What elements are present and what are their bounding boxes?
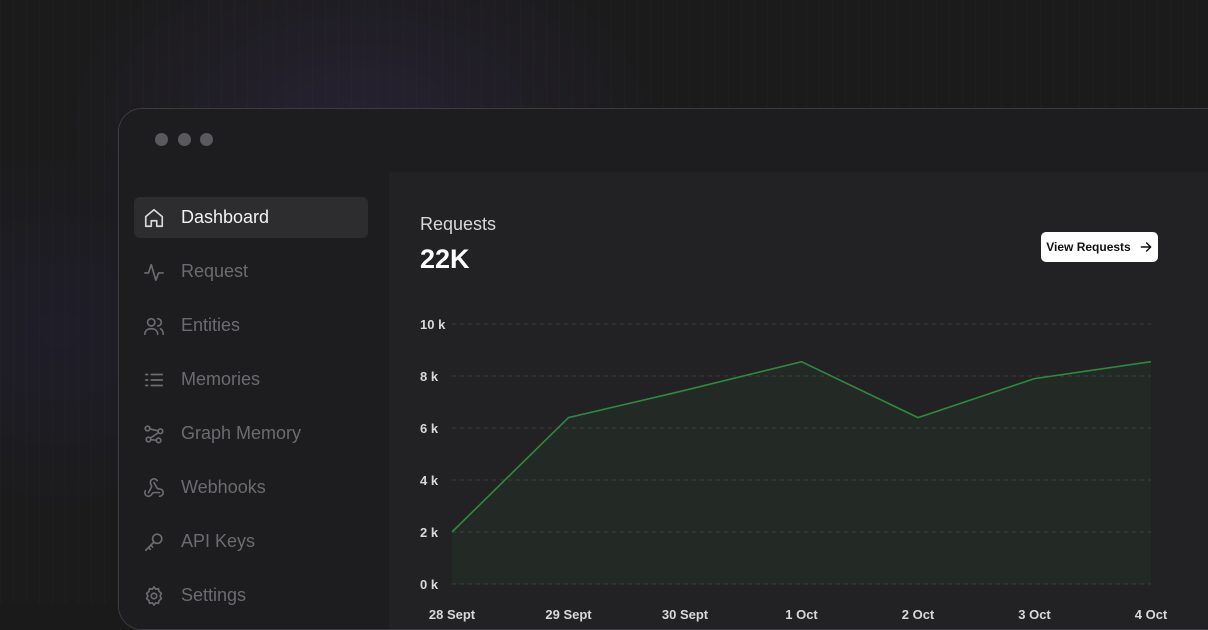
data-point[interactable] bbox=[682, 387, 688, 393]
sidebar-item-memories[interactable]: Memories bbox=[134, 359, 368, 400]
y-tick-label: 6 k bbox=[420, 421, 439, 436]
sidebar-item-label: Memories bbox=[181, 369, 261, 389]
list-icon bbox=[143, 369, 165, 391]
sidebar-item-label: Entities bbox=[181, 315, 241, 335]
x-tick-label: 28 Sept bbox=[429, 607, 476, 622]
requests-chart: 0 k 2 k 4 k 6 k 8 k 10 k 28 Sept 29 Sept 30 Sept… bbox=[420, 317, 1168, 622]
title-bar bbox=[119, 109, 1208, 172]
window-minimize-dot[interactable] bbox=[178, 133, 191, 146]
sidebar-item-label: Webhooks bbox=[181, 477, 266, 497]
data-point[interactable] bbox=[915, 415, 921, 421]
data-point[interactable] bbox=[1032, 376, 1038, 382]
app-window: Dashboard Request Entities Memories Grap… bbox=[118, 108, 1208, 630]
users-icon bbox=[143, 315, 165, 337]
y-tick-label: 2 k bbox=[420, 525, 439, 540]
y-tick-label: 8 k bbox=[420, 369, 439, 384]
sidebar-item-label: Request bbox=[181, 261, 249, 281]
webhook-icon bbox=[143, 477, 165, 499]
data-point[interactable] bbox=[566, 415, 572, 421]
series-area bbox=[452, 361, 1151, 584]
y-tick-label: 0 k bbox=[420, 577, 439, 592]
sidebar-item-label: API Keys bbox=[181, 531, 256, 551]
sidebar-item-request[interactable]: Request bbox=[134, 251, 368, 292]
x-tick-label: 1 Oct bbox=[785, 607, 818, 622]
data-point[interactable] bbox=[1148, 359, 1154, 365]
window-close-dot[interactable] bbox=[155, 133, 168, 146]
sidebar-item-dashboard[interactable]: Dashboard bbox=[134, 197, 368, 238]
sidebar-item-webhooks[interactable]: Webhooks bbox=[134, 467, 368, 508]
sidebar: Dashboard Request Entities Memories Grap… bbox=[119, 172, 389, 629]
activity-icon bbox=[143, 261, 165, 283]
sidebar-item-graph-memory[interactable]: Graph Memory bbox=[134, 413, 368, 454]
sidebar-item-api-keys[interactable]: API Keys bbox=[134, 521, 368, 562]
y-tick-label: 4 k bbox=[420, 473, 439, 488]
data-point[interactable] bbox=[799, 359, 805, 365]
sidebar-item-label: Dashboard bbox=[181, 207, 270, 227]
home-icon bbox=[143, 207, 165, 229]
sidebar-item-entities[interactable]: Entities bbox=[134, 305, 368, 346]
x-tick-label: 29 Sept bbox=[545, 607, 592, 622]
y-tick-label: 10 k bbox=[420, 317, 446, 332]
graph-icon bbox=[143, 423, 165, 445]
x-tick-label: 3 Oct bbox=[1018, 607, 1051, 622]
sidebar-item-settings[interactable]: Settings bbox=[134, 575, 368, 616]
sidebar-item-label: Graph Memory bbox=[181, 423, 302, 443]
main-panel: Requests 22K View Requests 0 k2 k4 k6 k8… bbox=[389, 172, 1208, 629]
sidebar-item-label: Settings bbox=[181, 585, 247, 605]
window-maximize-dot[interactable] bbox=[200, 133, 213, 146]
x-tick-label: 4 Oct bbox=[1135, 607, 1168, 622]
gear-icon bbox=[143, 585, 165, 607]
x-tick-label: 30 Sept bbox=[662, 607, 709, 622]
x-tick-label: 2 Oct bbox=[902, 607, 935, 622]
key-icon bbox=[143, 531, 165, 553]
data-point[interactable] bbox=[449, 529, 455, 535]
